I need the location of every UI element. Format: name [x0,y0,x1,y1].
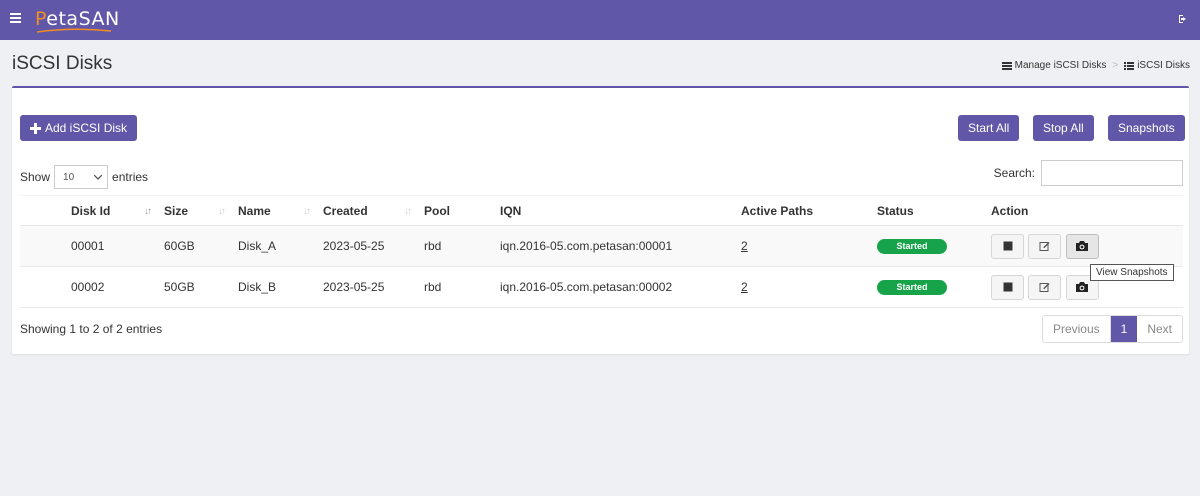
cell-name: Disk_A [230,225,315,267]
col-name[interactable]: Name ↓↑ [230,195,315,226]
pagination-previous[interactable]: Previous [1043,316,1111,342]
view-snapshots-tooltip: View Snapshots [1090,264,1174,281]
cell-created: 2023-05-25 [315,266,416,308]
cell-pool: rbd [416,225,492,267]
col-iqn: IQN [492,195,733,226]
entries-select-value: 10 [63,171,75,183]
cell-disk-id: 00002 [63,266,156,308]
cell-expand[interactable] [20,225,63,267]
col-disk-id[interactable]: Disk Id ↓↑ [63,195,156,226]
top-navbar: PetaSAN [0,0,1200,40]
sort-icon: ↓↑ [218,206,226,217]
cell-active-paths: 2 [733,225,869,267]
breadcrumb-item-manage[interactable]: Manage iSCSI Disks [1015,60,1107,71]
disks-panel: Add iSCSI Disk Start All Stop All Snapsh… [12,86,1189,354]
snapshots-button[interactable]: Snapshots [1108,115,1185,141]
table-info: Showing 1 to 2 of 2 entries [20,322,163,336]
stop-icon [1003,282,1012,292]
status-badge: Started [877,280,947,295]
cell-created: 2023-05-25 [315,225,416,267]
active-paths-link[interactable]: 2 [741,280,748,294]
list-icon [1001,61,1012,70]
hamburger-icon[interactable] [10,13,21,24]
col-size[interactable]: Size ↓↑ [156,195,230,226]
active-paths-link[interactable]: 2 [741,239,748,253]
stop-disk-button[interactable] [991,274,1024,300]
status-badge: Started [877,239,947,254]
entries-label: entries [112,170,149,184]
cell-iqn: iqn.2016-05.com.petasan:00001 [492,225,733,267]
edit-disk-button[interactable] [1028,274,1062,300]
stop-all-button[interactable]: Stop All [1033,115,1094,141]
edit-disk-button[interactable] [1028,233,1062,259]
pagination-next[interactable]: Next [1137,316,1182,342]
search-control: Search: [994,160,1183,186]
chevron-down-icon [94,174,103,180]
logo-swoosh-icon [37,28,111,33]
stop-disk-button[interactable] [991,233,1024,259]
search-input[interactable] [1041,160,1183,186]
col-active-paths: Active Paths [733,195,869,226]
col-created[interactable]: Created ↓↑ [315,195,416,226]
cell-status: Started [869,266,983,308]
table-row: 00001 60GB Disk_A 2023-05-25 rbd iqn.201… [20,225,1183,267]
stop-icon [1003,241,1012,251]
cell-size: 60GB [156,225,230,267]
sort-icon: ↓↑ [303,206,311,217]
sort-icon: ↓↑ [404,206,412,217]
cell-status: Started [869,225,983,267]
sort-icon: ↓↑ [144,206,152,217]
entries-select[interactable]: 10 [54,165,109,189]
length-control: Show 10 entries [20,165,148,189]
col-pool: Pool [416,195,492,226]
cell-active-paths: 2 [733,266,869,308]
col-action: Action [983,195,1183,226]
pagination: Previous 1 Next [1041,315,1183,343]
cell-expand[interactable] [20,266,63,308]
breadcrumb: Manage iSCSI Disks > iSCSI Disks [1001,60,1190,71]
edit-icon [1039,242,1050,251]
search-label: Search: [993,166,1035,180]
disks-table: Disk Id ↓↑ Size ↓↑ Name ↓↑ Created ↓↑ Pool I… [20,195,1183,308]
cell-size: 50GB [156,266,230,308]
edit-icon [1039,283,1050,292]
cell-pool: rbd [416,266,492,308]
breadcrumb-separator: > [1112,60,1119,71]
page-title: iSCSI Disks [12,53,113,74]
view-snapshots-button[interactable] [1065,233,1099,259]
table-header-row: Disk Id ↓↑ Size ↓↑ Name ↓↑ Created ↓↑ Pool I… [20,195,1183,226]
cell-action [983,225,1183,267]
start-all-button[interactable]: Start All [958,115,1020,141]
cell-disk-id: 00001 [63,225,156,267]
logout-icon[interactable] [1178,14,1188,24]
add-iscsi-disk-label: Add iSCSI Disk [45,121,128,135]
col-expand [20,195,63,226]
col-status: Status [869,195,983,226]
cell-iqn: iqn.2016-05.com.petasan:00002 [492,266,733,308]
app-logo[interactable]: PetaSAN [35,8,120,30]
plus-icon [30,122,41,134]
cell-name: Disk_B [230,266,315,308]
logo-rest: etaSAN [46,8,120,30]
camera-icon [1076,282,1089,292]
list-icon [1124,61,1135,70]
breadcrumb-item-current: iSCSI Disks [1137,60,1190,71]
camera-icon [1076,241,1089,251]
add-iscsi-disk-button[interactable]: Add iSCSI Disk [20,115,138,141]
show-label: Show [20,170,51,184]
pagination-page-1[interactable]: 1 [1110,316,1138,342]
table-row: 00002 50GB Disk_B 2023-05-25 rbd iqn.201… [20,266,1183,308]
